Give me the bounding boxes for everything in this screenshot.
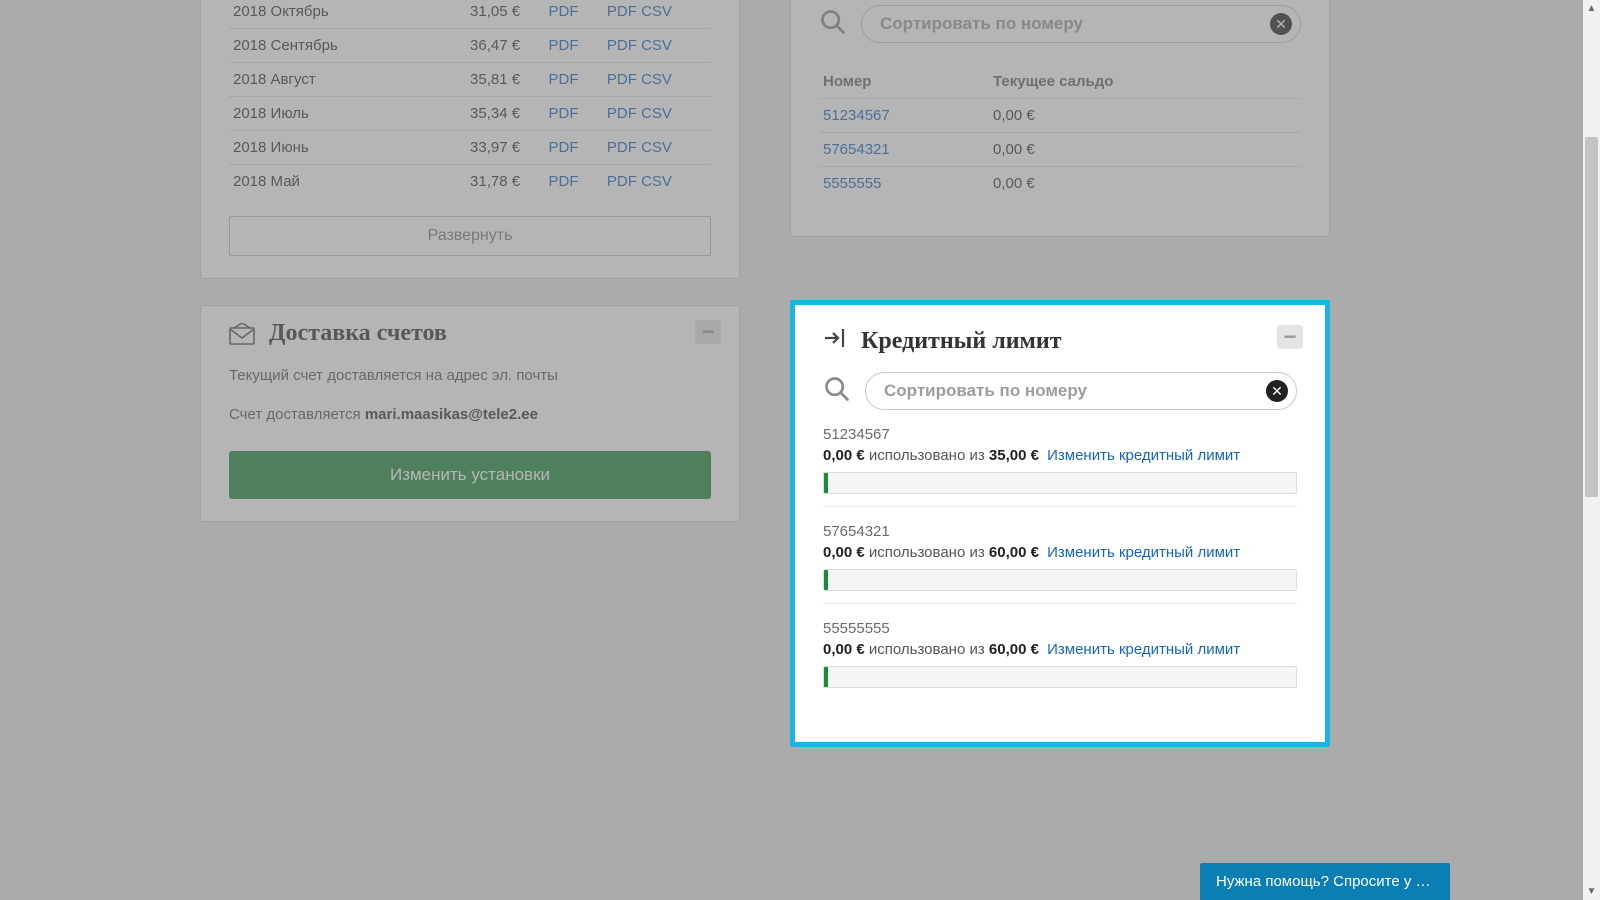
invoice-pdf-link[interactable]: PDF: [607, 71, 637, 88]
invoice-csv-link[interactable]: CSV: [641, 37, 672, 54]
invoice-csv-link[interactable]: CSV: [641, 3, 672, 20]
balance-value: 0,00 €: [989, 133, 1301, 167]
invoice-pdf-link[interactable]: PDF: [549, 71, 579, 88]
delivery-title: Доставка счетов: [229, 320, 711, 347]
balances-panel: ✕ Номер Текущее сальдо 512345670,00 €576…: [790, 0, 1330, 237]
invoice-pdf-link[interactable]: PDF: [549, 105, 579, 122]
credit-number: 51234567: [823, 426, 1297, 443]
invoices-panel: 2018 Октябрь31,05 €PDFPDF CSV2018 Сентяб…: [200, 0, 740, 279]
expand-button[interactable]: Развернуть: [229, 216, 711, 256]
scrollbar[interactable]: ▲ ▼: [1583, 0, 1600, 900]
collapse-icon[interactable]: −: [1277, 325, 1303, 349]
invoice-amount: 35,34 €: [435, 97, 524, 131]
credit-bar: [823, 666, 1297, 688]
invoice-csv-link[interactable]: CSV: [641, 173, 672, 190]
invoice-amount: 36,47 €: [435, 29, 524, 63]
invoice-csv-link[interactable]: CSV: [641, 139, 672, 156]
credit-bar: [823, 569, 1297, 591]
credit-search-input[interactable]: [884, 381, 1256, 401]
invoice-pdf-link[interactable]: PDF: [607, 139, 637, 156]
credit-item: 55555555 0,00 € использовано из 60,00 € И…: [823, 620, 1297, 700]
invoice-pdf-link[interactable]: PDF: [607, 105, 637, 122]
credit-usage: 0,00 € использовано из 60,00 € Изменить …: [823, 641, 1297, 658]
balances-table: Номер Текущее сальдо 512345670,00 €57654…: [819, 65, 1301, 200]
credit-limit-panel: − Кредитный лимит ✕ 512345670,00 € испол: [790, 300, 1330, 747]
invoice-row: 2018 Август35,81 € PDF PDF CSV: [229, 63, 711, 97]
invoice-row: 2018 Сентябрь36,47 € PDF PDF CSV: [229, 29, 711, 63]
clear-icon[interactable]: ✕: [1270, 13, 1292, 35]
balance-number-link[interactable]: 57654321: [823, 141, 890, 158]
credit-search[interactable]: ✕: [865, 372, 1297, 410]
change-credit-link[interactable]: Изменить кредитный лимит: [1047, 544, 1240, 561]
invoice-period: 2018 Август: [229, 63, 435, 97]
invoice-period: 2018 Июнь: [229, 131, 435, 165]
scroll-down-icon[interactable]: ▼: [1583, 883, 1600, 900]
invoice-period: 2018 Июль: [229, 97, 435, 131]
scroll-up-icon[interactable]: ▲: [1583, 0, 1600, 17]
delivery-email: mari.maasikas@tele2.ee: [365, 406, 538, 423]
scroll-track[interactable]: [1583, 17, 1600, 883]
delivery-panel: − Доставка счетов Текущий счет доставляе…: [200, 305, 740, 522]
balances-search-input[interactable]: [880, 14, 1260, 34]
delivery-line1: Текущий счет доставляется на адрес эл. п…: [229, 365, 711, 386]
invoice-pdf-link[interactable]: PDF: [607, 37, 637, 54]
invoice-pdf-link[interactable]: PDF: [607, 173, 637, 190]
help-tab[interactable]: Нужна помощь? Спросите у консул...: [1200, 863, 1450, 900]
credit-item: 57654321 0,00 € использовано из 60,00 € И…: [823, 523, 1297, 604]
mail-icon: [229, 323, 255, 345]
balances-col-balance: Текущее сальдо: [989, 65, 1301, 99]
balance-number-link[interactable]: 5555555: [823, 175, 881, 192]
invoice-row: 2018 Июнь33,97 € PDF PDF CSV: [229, 131, 711, 165]
invoice-pdf-link[interactable]: PDF: [549, 173, 579, 190]
invoice-amount: 31,78 €: [435, 165, 524, 199]
invoice-amount: 31,05 €: [435, 0, 524, 29]
change-delivery-button[interactable]: Изменить установки: [229, 451, 711, 499]
balance-row: 57654321 0,00 €: [819, 133, 1301, 167]
invoice-csv-link[interactable]: CSV: [641, 105, 672, 122]
credit-number: 57654321: [823, 523, 1297, 540]
delivery-line2: Счет доставляется mari.maasikas@tele2.ee: [229, 404, 711, 425]
invoice-amount: 33,97 €: [435, 131, 524, 165]
scroll-thumb[interactable]: [1585, 137, 1598, 497]
change-credit-link[interactable]: Изменить кредитный лимит: [1047, 447, 1240, 464]
search-icon: [823, 375, 851, 408]
balance-value: 0,00 €: [989, 99, 1301, 133]
invoice-pdf-link[interactable]: PDF: [607, 3, 637, 20]
limit-icon: [823, 327, 849, 356]
invoice-period: 2018 Сентябрь: [229, 29, 435, 63]
balance-row: 5555555 0,00 €: [819, 167, 1301, 201]
invoice-period: 2018 Май: [229, 165, 435, 199]
invoice-row: 2018 Июль35,34 € PDF PDF CSV: [229, 97, 711, 131]
invoice-csv-link[interactable]: CSV: [641, 71, 672, 88]
balances-search[interactable]: ✕: [861, 5, 1301, 43]
credit-number: 55555555: [823, 620, 1297, 637]
clear-icon[interactable]: ✕: [1266, 380, 1288, 402]
invoice-pdf-link[interactable]: PDF: [549, 3, 579, 20]
invoice-row: 2018 Октябрь31,05 € PDF PDF CSV: [229, 0, 711, 29]
collapse-icon[interactable]: −: [695, 320, 721, 344]
credit-title: Кредитный лимит: [823, 327, 1297, 356]
credit-item: 51234567 0,00 € использовано из 35,00 € И…: [823, 426, 1297, 507]
balances-col-number: Номер: [819, 65, 989, 99]
credit-usage: 0,00 € использовано из 35,00 € Изменить …: [823, 447, 1297, 464]
invoices-table: 2018 Октябрь31,05 €PDFPDF CSV2018 Сентяб…: [229, 0, 711, 198]
search-icon: [819, 8, 847, 41]
invoice-row: 2018 Май31,78 € PDF PDF CSV: [229, 165, 711, 199]
balance-number-link[interactable]: 51234567: [823, 107, 890, 124]
balance-row: 51234567 0,00 €: [819, 99, 1301, 133]
credit-bar: [823, 472, 1297, 494]
change-credit-link[interactable]: Изменить кредитный лимит: [1047, 641, 1240, 658]
balance-value: 0,00 €: [989, 167, 1301, 201]
credit-usage: 0,00 € использовано из 60,00 € Изменить …: [823, 544, 1297, 561]
invoice-period: 2018 Октябрь: [229, 0, 435, 29]
invoice-pdf-link[interactable]: PDF: [549, 37, 579, 54]
invoice-pdf-link[interactable]: PDF: [549, 139, 579, 156]
invoice-amount: 35,81 €: [435, 63, 524, 97]
